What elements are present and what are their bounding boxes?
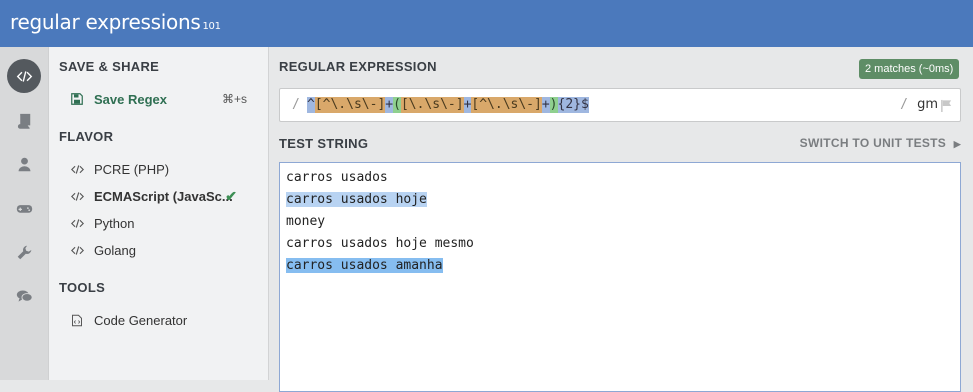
regex-input[interactable]: / ^[^\.\s\-]+([\.\s\-]+[^\.\s\-]+){2}$ /… [279, 88, 961, 122]
flavor-item-python[interactable]: Python [69, 213, 259, 233]
regex-expression[interactable]: ^[^\.\s\-]+([\.\s\-]+[^\.\s\-]+){2}$ [307, 97, 589, 113]
flavor-label: Python [94, 215, 135, 231]
regex-label: REGULAR EXPRESSION [279, 59, 437, 74]
switch-unit-tests-label: SWITCH TO UNIT TESTS [799, 136, 947, 150]
tool-label: Code Generator [94, 312, 188, 328]
main-panel: REGULAR EXPRESSION 2 matches (~0ms) / ^[… [270, 47, 973, 392]
code-icon [69, 161, 85, 177]
flavor-label: Golang [94, 242, 136, 258]
code-icon [69, 242, 85, 258]
regex-token-set: [^\.\s\-] [471, 97, 542, 113]
flavor-item-pcre[interactable]: PCRE (PHP) [69, 159, 259, 179]
flavor-item-ecmascript[interactable]: ECMAScript (JavaSc... ✔ [69, 186, 259, 206]
flag-icon[interactable] [940, 99, 953, 117]
code-icon[interactable] [7, 59, 41, 93]
test-line-text: carros usados [286, 170, 388, 185]
match-highlight: carros usados hoje [286, 192, 427, 207]
test-line: carros usados hoje mesmo [286, 234, 474, 254]
code-icon [69, 188, 85, 204]
save-share-title: SAVE & SHARE [59, 59, 160, 74]
regex-token-quant: + [541, 97, 550, 113]
logo-main: regular expressions [10, 10, 201, 34]
book-icon[interactable] [7, 103, 41, 137]
regex-token-anchor: ^ [307, 97, 315, 113]
regex-token-quant: + [463, 97, 472, 113]
test-line: carros usados [286, 168, 388, 188]
wrench-icon[interactable] [7, 235, 41, 269]
save-regex-button[interactable]: Save Regex ⌘+s [69, 89, 259, 109]
regex-token-group: ( [393, 97, 401, 113]
regex-token-anchor: $ [580, 97, 589, 113]
save-shortcut: ⌘+s [221, 92, 247, 106]
user-icon[interactable] [7, 147, 41, 181]
logo-sub: 101 [202, 21, 221, 32]
flavor-item-golang[interactable]: Golang [69, 240, 259, 260]
match-highlight: carros usados amanha [286, 258, 443, 273]
test-line-text: carros usados hoje mesmo [286, 236, 474, 251]
flavor-title: FLAVOR [59, 129, 114, 144]
test-line-text: money [286, 214, 326, 229]
check-icon: ✔ [225, 187, 237, 204]
save-regex-label: Save Regex [94, 91, 167, 107]
top-bar: regular expressions 101 [0, 0, 973, 47]
regex-token-set: [\.\s\-] [400, 97, 464, 113]
matches-badge: 2 matches (~0ms) [859, 59, 960, 79]
code-generator-item[interactable]: Code Generator [69, 310, 259, 330]
code-icon [69, 215, 85, 231]
regex-token-quant: + [385, 97, 394, 113]
gamepad-icon[interactable] [7, 191, 41, 225]
chat-icon[interactable] [7, 279, 41, 313]
tools-title: TOOLS [59, 280, 106, 295]
test-line: carros usados hoje [286, 190, 427, 210]
sidebar: SAVE & SHARE Save Regex ⌘+s FLAVOR PCRE … [49, 47, 269, 380]
regex-token-set: [^\.\s\-] [314, 97, 386, 113]
switch-unit-tests-link[interactable]: SWITCH TO UNIT TESTS ▶ [800, 136, 961, 150]
test-string-label: TEST STRING [279, 136, 369, 151]
test-line: carros usados amanha [286, 256, 443, 276]
save-icon [69, 91, 85, 107]
file-code-icon [69, 312, 85, 328]
caret-right-icon: ▶ [953, 139, 961, 149]
app-logo[interactable]: regular expressions 101 [10, 10, 221, 34]
open-delimiter: / [292, 97, 300, 112]
regex-flags[interactable]: gm [917, 97, 938, 112]
test-string-editor[interactable]: carros usados carros usados hoje money carr… [279, 162, 961, 392]
regex-token-quant: {2} [557, 97, 581, 113]
regex-token-group: ) [549, 97, 558, 113]
flavor-label: ECMAScript (JavaSc... [94, 188, 233, 204]
close-delimiter: / [900, 97, 908, 112]
test-line: money [286, 212, 325, 232]
flavor-label: PCRE (PHP) [94, 161, 170, 177]
icon-bar [0, 47, 49, 380]
